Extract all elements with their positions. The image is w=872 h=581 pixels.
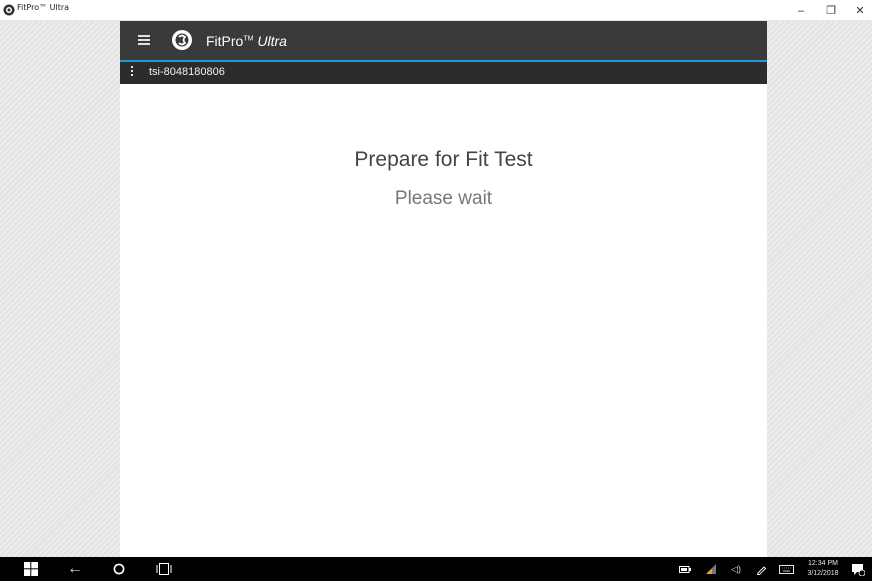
app-header: FitProTM Ultra: [120, 21, 767, 62]
close-icon: ✕: [855, 5, 865, 17]
touch-keyboard-icon[interactable]: [777, 557, 795, 581]
volume-icon[interactable]: ◁): [728, 557, 744, 581]
device-id-label: tsi-8048180806: [149, 66, 225, 78]
battery-icon[interactable]: [677, 557, 693, 581]
device-bar: tsi-8048180806: [120, 62, 767, 84]
window-titlebar: FitPro™ Ultra – ❐ ✕: [0, 0, 872, 21]
clock-date: 3/12/2018: [807, 570, 839, 577]
app-content: FitProTM Ultra tsi-8048180806 Prepare fo…: [120, 21, 767, 557]
pen-icon[interactable]: [753, 557, 769, 581]
cortana-icon[interactable]: [105, 557, 133, 581]
wifi-icon[interactable]: [703, 557, 719, 581]
client-area: FitProTM Ultra tsi-8048180806 Prepare fo…: [0, 21, 872, 557]
minimize-button[interactable]: –: [786, 0, 816, 21]
tsi-brand-logo-icon: [172, 30, 192, 50]
windows-start-icon[interactable]: [17, 557, 45, 581]
minimize-icon: –: [797, 4, 805, 17]
close-button[interactable]: ✕: [845, 0, 872, 21]
app-brand-title: FitProTM Ultra: [206, 33, 287, 49]
notification-icon[interactable]: [848, 557, 868, 581]
windows-taskbar: ← ◁) 12:34 PM 3/12/2018: [0, 557, 872, 581]
maximize-button[interactable]: ❐: [816, 0, 846, 21]
tsi-logo-icon: [3, 4, 15, 16]
more-options-icon[interactable]: [130, 66, 134, 80]
trademark-symbol: TM: [243, 35, 254, 43]
hamburger-menu-icon[interactable]: [138, 35, 150, 46]
window-title: FitPro™ Ultra: [17, 3, 70, 12]
system-clock[interactable]: 12:34 PM 3/12/2018: [801, 559, 845, 579]
status-message: Please wait: [394, 188, 493, 209]
back-arrow-icon[interactable]: ←: [61, 557, 89, 581]
task-view-icon[interactable]: [150, 557, 178, 581]
brand-suffix: Ultra: [257, 33, 287, 49]
restore-icon: ❐: [826, 5, 836, 17]
clock-time: 12:34 PM: [808, 560, 838, 567]
brand-name: FitPro: [206, 33, 244, 49]
page-title: Prepare for Fit Test: [354, 148, 533, 171]
